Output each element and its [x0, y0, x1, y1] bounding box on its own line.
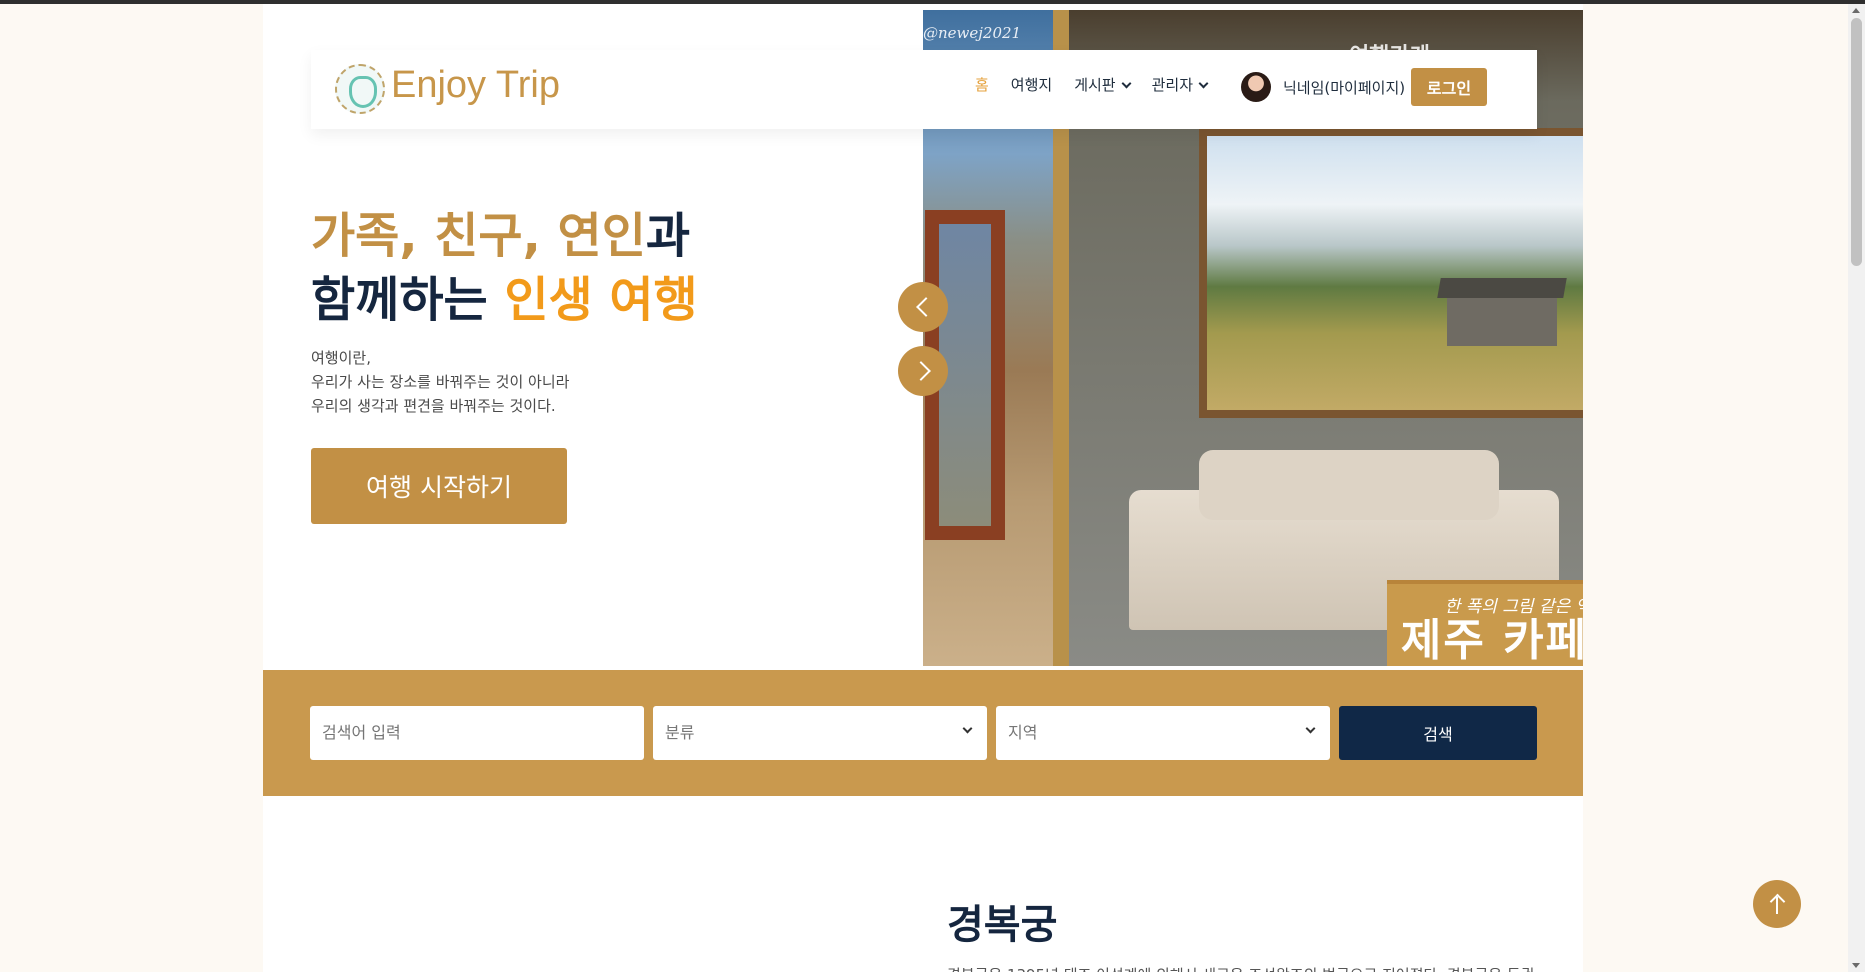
region-select-value: 지역 — [1008, 723, 1038, 742]
section-title: 경복궁 — [947, 902, 1058, 948]
hero-desc-line: 우리가 사는 장소를 바꿔주는 것이 아니라 — [311, 373, 570, 391]
hero-desc-line: 여행이란, — [311, 349, 371, 367]
region-select[interactable]: 지역 — [996, 706, 1330, 760]
window-view — [1199, 128, 1583, 418]
logo-icon[interactable] — [335, 64, 385, 114]
chevron-left-icon[interactable] — [898, 282, 948, 332]
nav-label: 홈 — [974, 76, 989, 94]
start-trip-button[interactable]: 여행 시작하기 — [311, 448, 567, 524]
hero-title-orange: 인생 여행 — [504, 272, 698, 328]
mypage-link[interactable]: 닉네임(마이페이지) — [1283, 77, 1405, 98]
hero-description: 여행이란, 우리가 사는 장소를 바꿔주는 것이 아니라 우리의 생각과 편견을… — [311, 346, 569, 418]
chevron-down-icon — [962, 723, 973, 734]
banner-title: 제주 카페동백 — [1400, 615, 1583, 666]
nav-item-destinations[interactable]: 여행지 — [1011, 74, 1052, 95]
nav-item-admin[interactable]: 관리자 — [1151, 74, 1209, 95]
site-header: Enjoy Trip 홈 여행지 게시판 관리자 닉네임(마이페이지) 로그인 — [311, 50, 1537, 129]
search-bar: 분류 지역 검색 — [263, 670, 1583, 796]
scrollbar-thumb[interactable] — [1851, 18, 1862, 266]
search-button[interactable]: 검색 — [1339, 706, 1537, 760]
hero-title-line2: 함께하는 — [311, 272, 505, 328]
category-select[interactable]: 분류 — [653, 706, 987, 760]
barn-shape — [1447, 296, 1557, 346]
image-tag: @newej2021 — [923, 24, 1022, 42]
chevron-down-icon — [1121, 78, 1132, 88]
arrow-up-icon[interactable] — [1753, 880, 1801, 928]
nav-item-board[interactable]: 게시판 — [1074, 74, 1132, 95]
hero-title: 가족, 친구, 연인과 함께하는 인생 여행 — [311, 204, 698, 332]
chevron-down-icon — [1198, 78, 1209, 88]
banner-subtitle: 한 폭의 그림 같은 액자뷰! — [1444, 597, 1583, 617]
scroll-up-icon[interactable] — [1852, 8, 1860, 13]
hero-title-gold: 가족, 친구, 연인 — [311, 208, 646, 264]
scroll-down-icon[interactable] — [1852, 963, 1860, 968]
image-banner: 한 폭의 그림 같은 액자뷰! 제주 카페동백 — [1387, 580, 1583, 666]
page-scrollbar[interactable] — [1848, 4, 1865, 972]
nav-item-home[interactable]: 홈 — [975, 74, 989, 95]
nav-label: 관리자 — [1151, 76, 1193, 94]
avatar[interactable] — [1241, 72, 1271, 102]
search-input[interactable] — [310, 706, 644, 760]
nav-label: 게시판 — [1074, 76, 1116, 94]
chevron-down-icon — [1305, 723, 1316, 734]
section-text: 경복궁은 1395년 태조 이성계에 의해서 새로운 조선왕조의 법궁으로 지어… — [947, 964, 1557, 972]
hero-title-rest: 과 — [645, 208, 691, 264]
nav-label: 여행지 — [1010, 76, 1053, 94]
category-select-value: 분류 — [665, 723, 695, 742]
page-frame: @newej2021 여행가게 한 폭의 그림 같은 액자뷰! 제주 카페동백 … — [263, 4, 1583, 972]
main-nav: 홈 여행지 게시판 관리자 — [975, 74, 1209, 95]
chevron-right-icon[interactable] — [898, 346, 948, 396]
brand-name[interactable]: Enjoy Trip — [391, 64, 560, 107]
hero-desc-line: 우리의 생각과 편견을 바꿔주는 것이다. — [311, 397, 556, 415]
login-button[interactable]: 로그인 — [1411, 68, 1487, 106]
